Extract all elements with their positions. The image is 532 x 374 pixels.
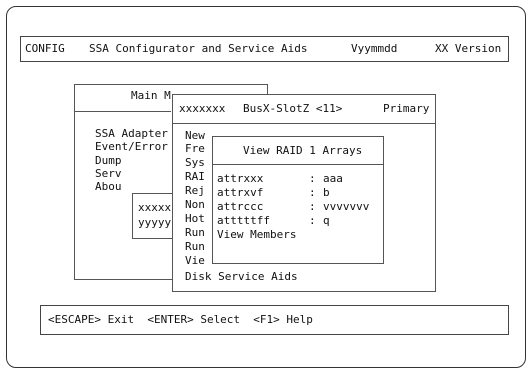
version-label: XX Version [435,42,502,55]
attr-name: attrxvf [217,186,264,199]
main-menu-divider [75,111,171,112]
disk-service-aids-item[interactable]: Disk Service Aids [185,270,298,284]
submenu-item-yyyyy[interactable]: yyyyy [138,216,171,230]
menu-item-dump[interactable]: Dump [95,154,122,168]
view-raid-dialog: View RAID 1 Arrays attrxxx : aaa attrxvf… [212,136,384,264]
menu-item-ssa-adapter[interactable]: SSA Adapter [95,127,168,141]
attr-value: aaa [323,172,343,185]
menu-item-event-error[interactable]: Event/Error [95,140,168,154]
attr-separator: : [309,200,316,213]
bus-item-vie[interactable]: Vie [185,254,205,268]
title-bar: CONFIG SSA Configurator and Service Aids… [20,36,509,62]
bus-item-sys[interactable]: Sys [185,156,205,170]
attr-value: vvvvvvv [323,200,370,213]
bus-window-divider [173,123,435,124]
bus-item-run-1[interactable]: Run [185,226,205,240]
bus-item-run-2[interactable]: Run [185,240,205,254]
attr-name: atttttff [217,214,270,227]
attr-name: attrxxx [217,172,264,185]
menu-item-serv[interactable]: Serv [95,167,122,181]
raid-dialog-divider [213,164,383,165]
submenu-item-xxxxx[interactable]: xxxxx [138,201,171,215]
attr-value: b [323,186,330,199]
view-members-option[interactable]: View Members [217,228,296,242]
primary-status: Primary [383,102,430,115]
bus-item-rai[interactable]: RAI [185,170,205,184]
bus-slot-location: BusX-SlotZ <11> [243,102,343,115]
bus-item-non[interactable]: Non [185,198,205,212]
raid-dialog-title: View RAID 1 Arrays [243,144,363,157]
main-menu-title: Main M [131,89,171,102]
attr-separator: : [309,214,316,227]
bus-item-rej[interactable]: Rej [185,184,205,198]
command-bar: <ESCAPE> Exit <ENTER> Select <F1> Help [40,305,509,335]
bus-item-new[interactable]: New [185,129,205,143]
device-name: xxxxxxx [179,102,226,115]
bus-item-hot[interactable]: Hot [185,212,205,226]
menu-item-abou[interactable]: Abou [95,180,122,194]
bus-item-fre[interactable]: Fre [185,142,205,156]
attr-value: q [323,214,330,227]
app-name: SSA Configurator and Service Aids [89,42,308,55]
app-code: CONFIG [25,42,65,55]
key-help-text: <ESCAPE> Exit <ENTER> Select <F1> Help [48,313,313,326]
build-date: Vyymmdd [351,42,398,55]
attr-name: attrccc [217,200,264,213]
attr-separator: : [309,186,316,199]
attr-separator: : [309,172,316,185]
